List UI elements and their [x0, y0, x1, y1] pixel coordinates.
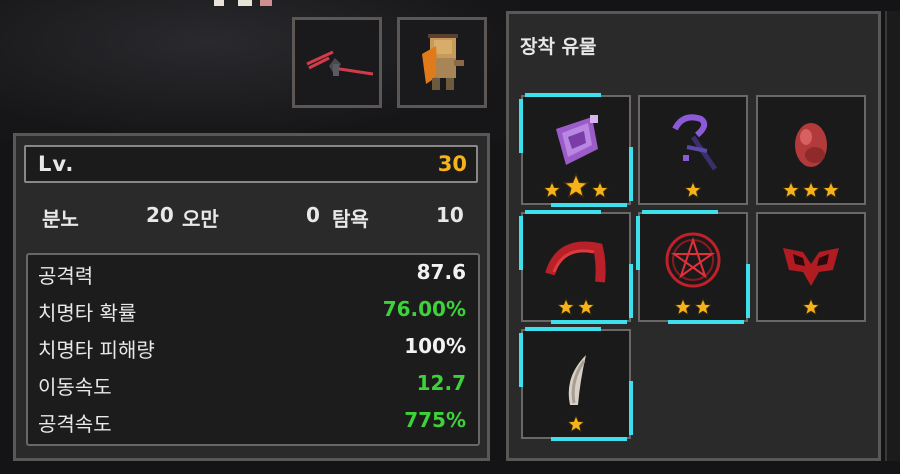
trait-value-greed: 10 [436, 203, 464, 227]
rarity-frame-accent [551, 320, 627, 324]
bone-fang-icon [568, 355, 586, 405]
stat-value: 100% [404, 334, 466, 358]
stat-name: 공격력 [38, 264, 94, 288]
scarecrow-doll-icon [422, 34, 464, 90]
relic-slot[interactable] [519, 93, 633, 207]
star-icon [821, 180, 841, 199]
relics-title: 장착 유물 [520, 36, 597, 58]
rarity-frame-accent [668, 320, 744, 324]
relics-scrollbar[interactable] [885, 11, 900, 461]
relic-slot[interactable] [636, 210, 750, 324]
stat-value: 775% [404, 408, 466, 432]
demon-wing-icon [783, 248, 839, 286]
star-icon [693, 297, 713, 316]
rarity-frame-accent [525, 93, 601, 97]
rarity-frame-accent [629, 264, 633, 318]
trait-name-pride: 오만 [182, 207, 219, 231]
pentagram-icon [665, 232, 721, 288]
star-icon [781, 180, 801, 199]
rarity-frame-accent [642, 210, 718, 214]
red-egg-icon [795, 123, 827, 167]
stat-name: 치명타 확률 [38, 301, 137, 325]
star-icon [576, 297, 596, 316]
star-icon [683, 180, 703, 199]
stat-list: 공격력 87.6 치명타 확률 76.00% 치명타 피해량 100% 이동속도… [26, 253, 480, 446]
relic-slot[interactable] [519, 210, 633, 324]
stat-value: 87.6 [416, 260, 466, 284]
rarity-frame-accent [525, 327, 601, 331]
stat-row-move-speed: 이동속도 12.7 [28, 367, 478, 401]
star-icon [562, 172, 590, 199]
star-rating [523, 414, 629, 433]
star-rating [523, 297, 629, 316]
relic-slot[interactable] [638, 95, 748, 205]
star-rating [640, 180, 746, 199]
star-rating [758, 180, 864, 199]
rarity-frame-accent [629, 147, 633, 201]
star-icon [590, 180, 610, 199]
star-icon [566, 414, 586, 433]
top-decoration [214, 0, 274, 6]
star-rating [523, 172, 629, 199]
stat-row-attack-speed: 공격속도 775% [28, 404, 478, 438]
rarity-frame-accent [746, 264, 750, 318]
star-rating [758, 297, 864, 316]
rarity-frame-accent [519, 216, 523, 270]
purple-scythe-icon [672, 114, 718, 171]
rarity-frame-accent [636, 216, 640, 270]
weapon-slot[interactable] [292, 17, 382, 108]
trait-name-wrath: 분노 [42, 207, 79, 231]
star-rating [640, 297, 746, 316]
red-spear-icon [306, 50, 374, 76]
star-icon [801, 297, 821, 316]
level-label: Lv. [38, 152, 75, 176]
relic-slot[interactable] [756, 95, 866, 205]
relic-slot[interactable] [756, 212, 866, 322]
star-icon [542, 180, 562, 199]
stat-value: 76.00% [382, 297, 466, 321]
trait-name-greed: 탐욕 [332, 207, 369, 231]
stat-name: 치명타 피해량 [38, 338, 155, 362]
stat-row-attack: 공격력 87.6 [28, 256, 478, 290]
stat-value: 12.7 [416, 371, 466, 395]
pet-slot[interactable] [397, 17, 487, 108]
character-stats-panel: Lv. 30 분노 20 오만 0 탐욕 10 공격력 87.6 치명타 확률 … [13, 133, 490, 461]
trait-value-wrath: 20 [146, 203, 174, 227]
rarity-frame-accent [551, 437, 627, 441]
purple-cloth-icon [556, 115, 598, 165]
rarity-frame-accent [525, 210, 601, 214]
rarity-frame-accent [551, 203, 627, 207]
stat-name: 공격속도 [38, 412, 112, 436]
trait-row: 분노 20 오만 0 탐욕 10 [16, 199, 487, 231]
relic-slot[interactable] [519, 327, 633, 441]
rarity-frame-accent [629, 381, 633, 435]
trait-value-pride: 0 [306, 203, 320, 227]
rarity-frame-accent [519, 333, 523, 387]
star-icon [556, 297, 576, 316]
stat-name: 이동속도 [38, 375, 112, 399]
level-value: 30 [437, 152, 467, 176]
star-icon [801, 180, 821, 199]
stat-row-crit-damage: 치명타 피해량 100% [28, 330, 478, 364]
red-claw-icon [545, 241, 606, 283]
level-bar: Lv. 30 [24, 145, 478, 183]
rarity-frame-accent [519, 99, 523, 153]
stat-row-crit-chance: 치명타 확률 76.00% [28, 293, 478, 327]
star-icon [673, 297, 693, 316]
